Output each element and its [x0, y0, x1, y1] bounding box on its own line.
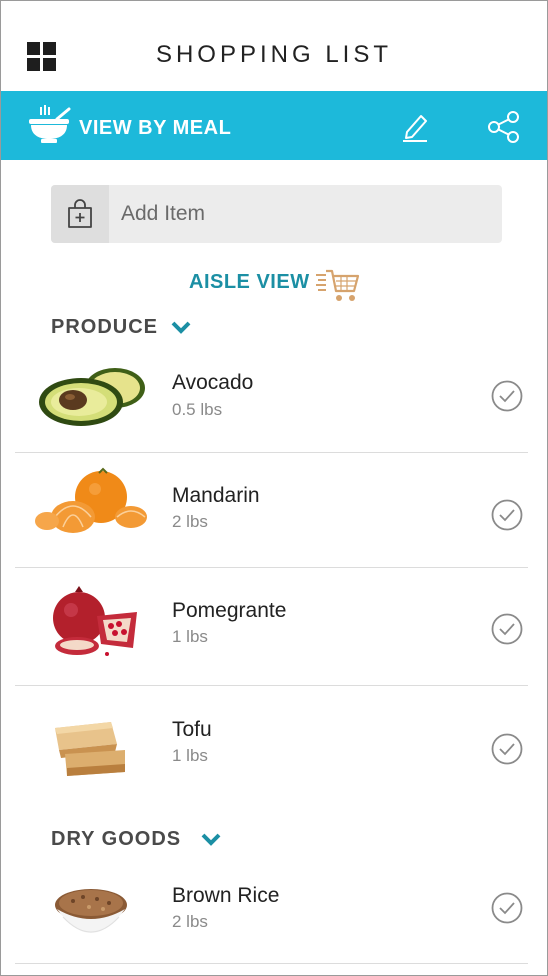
list-item[interactable]: Brown Rice 2 lbs [15, 869, 528, 963]
check-circle-icon[interactable] [491, 380, 523, 412]
pomegranate-image [53, 586, 137, 656]
item-name: Tofu [172, 718, 212, 741]
mandarin-image [35, 467, 147, 533]
item-name: Pomegrante [172, 599, 287, 622]
item-quantity: 0.5 lbs [172, 400, 223, 419]
shopping-cart-icon[interactable] [316, 267, 360, 303]
list-item[interactable]: Pomegrante 1 lbs [15, 568, 528, 685]
check-circle-icon[interactable] [491, 733, 523, 765]
item-name: Brown Rice [172, 884, 280, 907]
item-quantity: 1 lbs [172, 746, 208, 765]
item-name: Mandarin [172, 484, 260, 507]
item-quantity: 2 lbs [172, 512, 208, 531]
bowl-icon [29, 105, 71, 143]
chevron-down-icon[interactable] [170, 319, 192, 335]
view-by-meal-button[interactable]: VIEW BY MEAL [79, 117, 231, 140]
brown-rice-image [55, 889, 127, 933]
list-item[interactable]: Tofu 1 lbs [15, 686, 528, 786]
check-circle-icon[interactable] [491, 613, 523, 645]
avocado-image [39, 368, 145, 426]
shopping-bag-plus-icon[interactable] [51, 185, 109, 243]
add-item-field[interactable] [51, 185, 502, 243]
list-item[interactable]: Avocado 0.5 lbs [15, 356, 528, 452]
pencil-icon[interactable] [401, 112, 429, 142]
divider [15, 963, 528, 964]
page-title: SHOPPING LIST [155, 41, 393, 68]
check-circle-icon[interactable] [491, 892, 523, 924]
aisle-view-button[interactable]: AISLE VIEW [189, 271, 310, 294]
app-frame: SHOPPING LIST VIEW BY MEAL AISLE VIEW [0, 0, 548, 976]
list-item[interactable]: Mandarin 2 lbs [15, 453, 528, 567]
section-header-produce[interactable]: PRODUCE [51, 316, 158, 339]
tofu-image [55, 722, 125, 776]
add-item-input[interactable] [121, 185, 491, 243]
check-circle-icon[interactable] [491, 499, 523, 531]
item-name: Avocado [172, 371, 254, 394]
chevron-down-icon[interactable] [200, 831, 222, 847]
item-quantity: 1 lbs [172, 627, 208, 646]
section-header-dry-goods[interactable]: DRY GOODS [51, 828, 181, 851]
top-bar: SHOPPING LIST [1, 1, 547, 91]
share-icon[interactable] [487, 111, 521, 143]
item-quantity: 2 lbs [172, 912, 208, 931]
